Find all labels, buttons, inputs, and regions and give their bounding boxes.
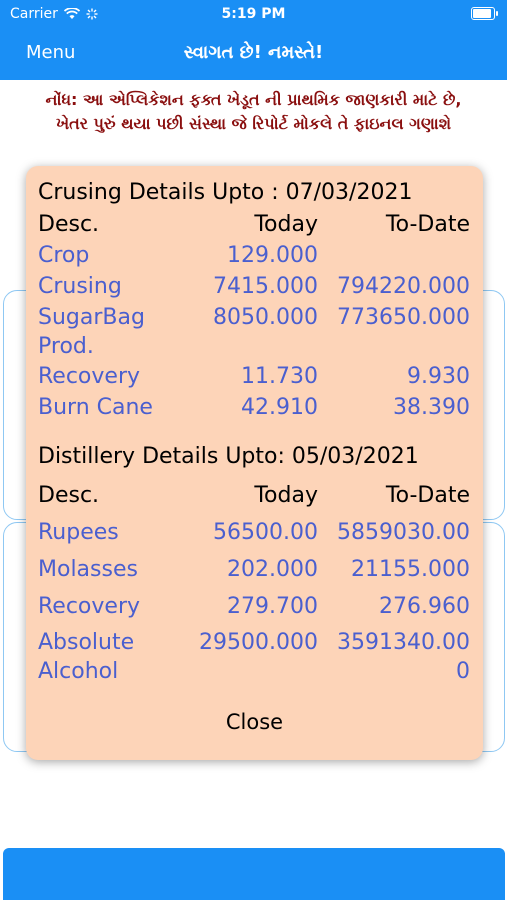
row-desc: Alcohol — [38, 659, 119, 684]
top-bar: Carrier 5:19 PM Menu સ્વાગત છે! નમસ્તે! — [0, 0, 507, 80]
row-today: 129.000 — [227, 243, 318, 268]
close-button[interactable]: Close — [26, 710, 483, 734]
row-today: 8050.000 — [213, 305, 318, 330]
distillery-header-today: Today — [254, 483, 318, 508]
row-desc: Molasses — [38, 557, 138, 582]
distillery-header-todate: To-Date — [385, 483, 470, 508]
row-today: 56500.00 — [213, 520, 318, 545]
row-todate: 3591340.00 — [337, 630, 470, 655]
notice-line-2: ખેતર પુરું થયા પછી સંસ્થા જે રિપોર્ટ મોક… — [55, 114, 452, 133]
row-desc: Recovery — [38, 364, 141, 389]
notice-line-1: નોંધ: આ એપ્લિકેશન ફક્ત ખેડૂત ની પ્રાથમિક… — [45, 90, 462, 109]
row-todate: 38.390 — [393, 395, 470, 420]
crusing-header-today: Today — [254, 212, 318, 237]
crusing-header-desc: Desc. — [38, 212, 100, 237]
bottom-action-button[interactable] — [3, 848, 505, 900]
row-todate: 773650.000 — [337, 305, 470, 330]
row-desc: Absolute — [38, 630, 135, 655]
row-todate: 0 — [456, 659, 470, 684]
details-dialog: Crusing Details Upto : 07/03/2021 Desc. … — [26, 166, 483, 760]
notice-text: નોંધ: આ એપ્લિકેશન ફક્ત ખેડૂત ની પ્રાથમિક… — [0, 88, 507, 136]
row-today: 11.730 — [241, 364, 318, 389]
crusing-title: Crusing Details Upto : 07/03/2021 — [38, 180, 413, 205]
row-desc: Rupees — [38, 520, 119, 545]
row-today: 7415.000 — [213, 274, 318, 299]
status-bar: Carrier 5:19 PM — [0, 0, 507, 28]
row-desc: Prod. — [38, 334, 94, 359]
row-desc: Recovery — [38, 594, 141, 619]
row-desc: SugarBag — [38, 305, 145, 330]
row-todate: 794220.000 — [337, 274, 470, 299]
row-todate: 276.960 — [379, 594, 470, 619]
row-todate: 9.930 — [407, 364, 470, 389]
row-todate: 5859030.00 — [337, 520, 470, 545]
row-today: 202.000 — [227, 557, 318, 582]
battery-icon — [471, 7, 498, 20]
row-desc: Burn Cane — [38, 395, 153, 420]
distillery-header-desc: Desc. — [38, 483, 100, 508]
row-desc: Crusing — [38, 274, 122, 299]
crusing-header-todate: To-Date — [385, 212, 470, 237]
navigation-bar: Menu સ્વાગત છે! નમસ્તે! — [0, 32, 507, 72]
row-desc: Crop — [38, 243, 90, 268]
row-today: 42.910 — [241, 395, 318, 420]
nav-title: સ્વાગત છે! નમસ્તે! — [183, 42, 324, 63]
row-today: 279.700 — [227, 594, 318, 619]
row-today: 29500.000 — [199, 630, 318, 655]
status-time: 5:19 PM — [221, 6, 286, 22]
row-todate: 21155.000 — [351, 557, 470, 582]
distillery-title: Distillery Details Upto: 05/03/2021 — [38, 444, 419, 469]
